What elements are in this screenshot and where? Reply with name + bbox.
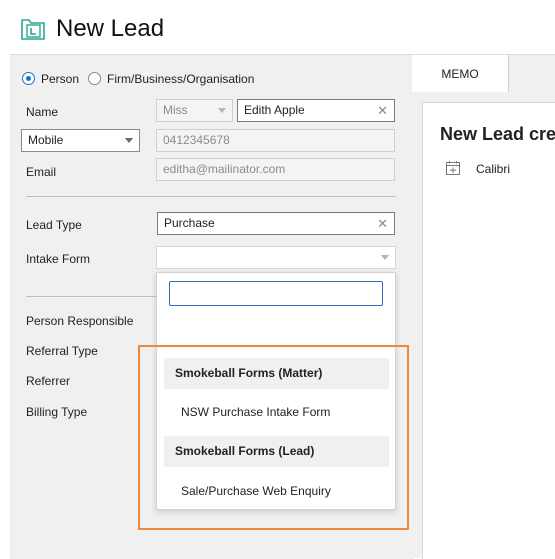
- lead-type-value: Purchase: [164, 216, 215, 230]
- page-title: New Lead: [56, 15, 165, 42]
- phone-type-select[interactable]: Mobile: [21, 129, 140, 152]
- title-select[interactable]: Miss: [156, 99, 233, 122]
- close-icon[interactable]: ✕: [377, 104, 388, 118]
- phone-field[interactable]: 0412345678: [156, 129, 395, 152]
- close-icon[interactable]: ✕: [377, 217, 388, 231]
- section-divider: [26, 296, 156, 297]
- name-field[interactable]: Edith Apple ✕: [237, 99, 395, 122]
- table-insert-icon[interactable]: [445, 160, 461, 176]
- memo-font-name[interactable]: Calibri: [476, 162, 510, 176]
- email-label: Email: [26, 165, 57, 179]
- title-select-value: Miss: [163, 103, 188, 117]
- phone-field-value: 0412345678: [163, 133, 230, 147]
- billing-type-label: Billing Type: [26, 405, 88, 419]
- memo-title: New Lead cre: [440, 124, 555, 144]
- email-field[interactable]: editha@mailinator.com: [156, 158, 395, 181]
- highlight-box: [138, 345, 409, 530]
- phone-type-value: Mobile: [28, 133, 64, 147]
- referral-type-label: Referral Type: [26, 344, 98, 358]
- firm-radio[interactable]: [88, 72, 101, 85]
- firm-radio-label: Firm/Business/Organisation: [107, 72, 255, 86]
- lead-folder-icon: [20, 16, 46, 42]
- chevron-down-icon: [125, 138, 133, 143]
- dropdown-search-input[interactable]: [169, 281, 383, 306]
- chevron-down-icon: [218, 108, 226, 113]
- person-responsible-label: Person Responsible: [26, 314, 134, 328]
- tab-memo[interactable]: MEMO: [412, 54, 509, 92]
- lead-type-label: Lead Type: [26, 218, 82, 232]
- referrer-label: Referrer: [26, 374, 71, 388]
- person-radio-label: Person: [41, 72, 80, 86]
- name-field-value: Edith Apple: [244, 103, 305, 117]
- intake-form-select[interactable]: [156, 246, 396, 269]
- lead-type-field[interactable]: Purchase ✕: [157, 212, 395, 235]
- email-field-value: editha@mailinator.com: [163, 162, 286, 176]
- person-radio[interactable]: [22, 72, 35, 85]
- section-divider: [26, 196, 396, 197]
- name-label: Name: [26, 105, 59, 119]
- intake-form-label: Intake Form: [26, 252, 91, 266]
- chevron-down-icon: [381, 255, 389, 260]
